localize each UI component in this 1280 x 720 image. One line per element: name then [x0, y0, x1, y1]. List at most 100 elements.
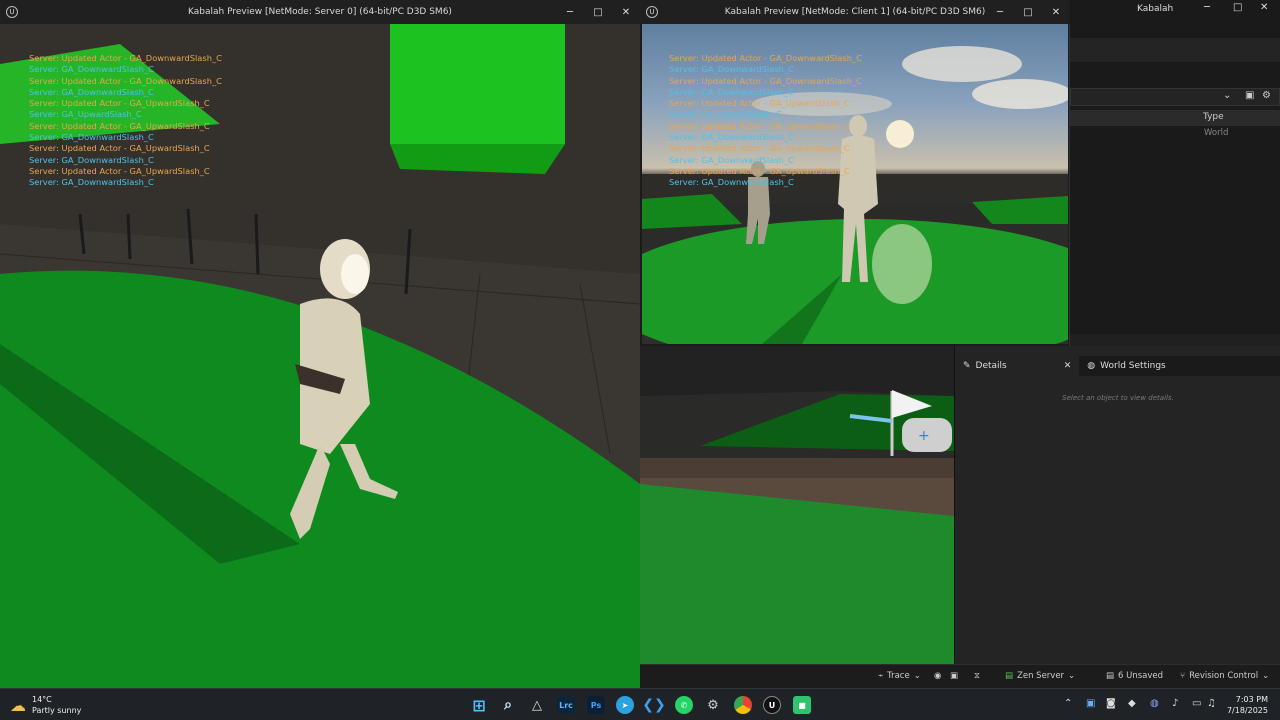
photoshop-icon[interactable]: Ps [587, 696, 605, 714]
steam-icon[interactable]: ⚙ [704, 696, 722, 714]
clock-date: 7/18/2025 [1226, 706, 1268, 715]
editor-viewport-scene: + [640, 346, 954, 664]
tray-app-icon[interactable]: ▣ [1086, 698, 1095, 709]
server-window-title: Kabalah Preview [NetMode: Server 0] (64-… [188, 7, 452, 17]
unreal-logo-icon: U [646, 6, 658, 18]
microphone-icon[interactable]: ♪ [1172, 698, 1178, 709]
green-platform [642, 219, 1068, 344]
editor-minimize-button[interactable]: ─ [1204, 2, 1210, 13]
clock[interactable]: 7:03 PM 7/18/2025 [1222, 694, 1268, 716]
zen-server-icon: ▤ [1005, 671, 1014, 681]
panel-divider [1070, 334, 1280, 346]
network-icon[interactable]: ▭ [1192, 698, 1201, 709]
log-line: Server: Updated Actor - GA_UpwardSlash_C [29, 165, 210, 176]
unreal-logo-icon: U [6, 6, 18, 18]
log-line: Server: GA_DownwardSlash_C [669, 64, 794, 75]
partly-sunny-icon: ☁ [10, 695, 26, 715]
save-icon: ▤ [1106, 671, 1115, 681]
outliner-column-type[interactable]: Type [1203, 112, 1224, 122]
server-viewport[interactable]: Server: Updated Actor - GA_DownwardSlash… [0, 24, 640, 688]
log-line: Server: GA_DownwardSlash_C [29, 132, 154, 143]
clock-time: 7:03 PM [1235, 695, 1268, 704]
unreal-engine-icon[interactable]: U [763, 696, 781, 714]
volume-icon[interactable]: ♫ [1207, 698, 1216, 709]
close-button[interactable]: ✕ [1042, 0, 1070, 24]
log-line: Server: Updated Actor - GA_UpwardSlash_C [29, 98, 210, 109]
log-line: Server: GA_DownwardSlash_C [669, 132, 794, 143]
server-title-bar[interactable]: U Kabalah Preview [NetMode: Server 0] (6… [0, 0, 640, 24]
revision-control-button[interactable]: ⑂ Revision Control ⌄ [1180, 671, 1269, 681]
log-line: Server: Updated Actor - GA_UpwardSlash_C [669, 98, 850, 109]
client-viewport[interactable]: Server: Updated Actor - GA_DownwardSlash… [642, 24, 1068, 344]
trace-label: Trace [887, 671, 910, 681]
client-preview-window[interactable]: U Kabalah Preview [NetMode: Client 1] (6… [640, 0, 1070, 346]
editor-level-viewport[interactable]: + [640, 346, 954, 664]
vscode-icon[interactable]: ❮❯ [642, 696, 665, 714]
tab-world-settings[interactable]: ◍ World Settings [1079, 356, 1173, 376]
outliner-search-input[interactable]: ⌄ ▣ ⚙ [1070, 88, 1280, 106]
editor-title-bar[interactable]: Kabalah ─ □ ✕ [1070, 0, 1280, 18]
tab-details[interactable]: ✎ Details ✕ [955, 356, 1080, 376]
branch-icon: ⑂ [1180, 671, 1186, 681]
tray-globe-icon[interactable]: ◍ [1150, 698, 1159, 709]
chevron-down-icon: ⌄ [1262, 671, 1270, 681]
editor-window-title: Kabalah [1137, 4, 1174, 14]
server-preview-window[interactable]: U Kabalah Preview [NetMode: Server 0] (6… [0, 0, 640, 688]
zen-server-button[interactable]: ▤ Zen Server ⌄ [1005, 671, 1075, 681]
log-line: Server: Updated Actor - GA_UpwardSlash_C [669, 120, 850, 131]
minimize-button[interactable]: ─ [556, 0, 584, 24]
editor-status-bar: ⌁ Trace ⌄ ◉ ▣ ⧖ ▤ Zen Server ⌄ ▤ 6 Unsav… [640, 664, 1280, 688]
details-empty-message: Select an object to view details. [1062, 394, 1174, 402]
green-pillar [390, 24, 565, 144]
details-tab-bar: ✎ Details ✕ ◍ World Settings [955, 356, 1280, 376]
weather-desc: Partly sunny [32, 706, 82, 715]
weather-widget[interactable]: ☁ 14°C Partly sunny [10, 694, 81, 716]
server-debug-log: Server: Updated Actor - GA_DownwardSlash… [29, 53, 222, 189]
close-button[interactable]: ✕ [612, 0, 640, 24]
client-title-bar[interactable]: U Kabalah Preview [NetMode: Client 1] (6… [640, 0, 1070, 24]
folder-icon[interactable]: ▣ [1245, 90, 1254, 101]
log-line: Server: Updated Actor - GA_DownwardSlash… [669, 53, 862, 63]
screenshot-icon[interactable]: ▣ [950, 671, 958, 681]
log-line: Server: Updated Actor - GA_UpwardSlash_C [669, 143, 850, 154]
log-line: Server: GA_UpwardSlash_C [29, 109, 142, 120]
maximize-button[interactable]: □ [1014, 0, 1042, 24]
pencil-icon: ✎ [963, 361, 971, 371]
tray-icon[interactable]: ◆ [1128, 698, 1136, 709]
chevron-up-icon[interactable]: ⌃ [1064, 698, 1072, 709]
windows-taskbar: ☁ 14°C Partly sunny ⊞ ⌕ △ Lrc Ps ➤ ❮❯ ✆ … [0, 688, 1280, 720]
trace-icon: ⌁ [878, 671, 884, 681]
chrome-icon[interactable] [734, 696, 752, 714]
record-icon[interactable]: ◉ [934, 671, 941, 681]
log-line: Server: Updated Actor - GA_UpwardSlash_C [29, 143, 210, 154]
affinity-icon[interactable]: △ [528, 696, 546, 714]
tab-world-settings-label: World Settings [1100, 361, 1166, 371]
revision-control-label: Revision Control [1189, 671, 1259, 681]
whatsapp-icon[interactable]: ✆ [675, 696, 693, 714]
log-line: Server: Updated Actor - GA_UpwardSlash_C [29, 120, 210, 131]
close-tab-icon[interactable]: ✕ [1064, 361, 1072, 371]
minimize-button[interactable]: ─ [986, 0, 1014, 24]
editor-maximize-button[interactable]: □ [1233, 2, 1242, 13]
log-line: Server: Updated Actor - GA_DownwardSlash… [29, 75, 222, 86]
discord-icon[interactable]: ◙ [1106, 698, 1116, 709]
search-icon[interactable]: ⌕ [499, 696, 517, 714]
outliner-header: Type [1070, 110, 1280, 126]
log-line: Server: GA_DownwardSlash_C [669, 177, 794, 188]
svg-text:+: + [918, 428, 930, 444]
trace-button[interactable]: ⌁ Trace ⌄ [878, 671, 921, 681]
app-icon[interactable]: ■ [793, 696, 811, 714]
hourglass-icon[interactable]: ⧖ [974, 671, 980, 681]
telegram-icon[interactable]: ➤ [616, 696, 634, 714]
lightroom-icon[interactable]: Lrc [557, 696, 575, 714]
outliner-row-type: World [1204, 128, 1229, 138]
gear-icon[interactable]: ⚙ [1262, 90, 1271, 101]
start-button[interactable]: ⊞ [470, 696, 488, 715]
log-line: Server: Updated Actor - GA_UpwardSlash_C [669, 165, 850, 176]
unsaved-button[interactable]: ▤ 6 Unsaved [1106, 671, 1163, 681]
chevron-down-icon[interactable]: ⌄ [1223, 90, 1231, 101]
chevron-down-icon: ⌄ [913, 671, 921, 681]
maximize-button[interactable]: □ [584, 0, 612, 24]
log-line: Server: GA_DownwardSlash_C [29, 154, 154, 165]
editor-close-button[interactable]: ✕ [1260, 2, 1268, 13]
